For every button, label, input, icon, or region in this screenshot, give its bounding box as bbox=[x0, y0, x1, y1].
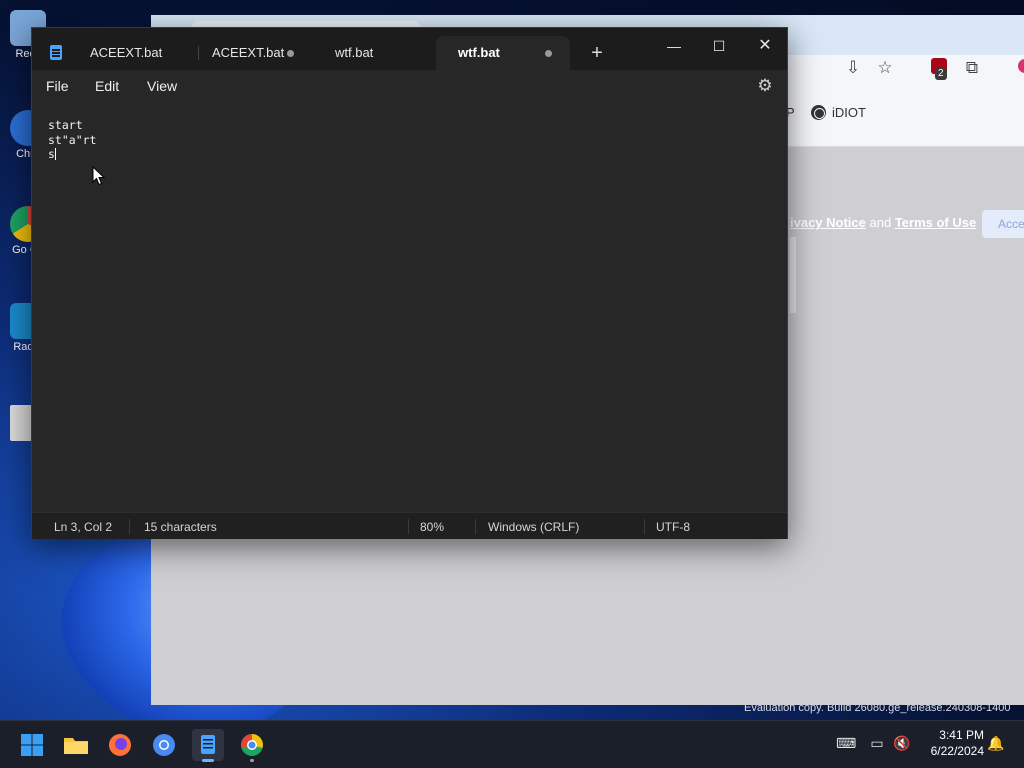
notepad-window[interactable]: ACEEXT.bat ACEEXT.bat wtf.bat wtf.bat + … bbox=[31, 27, 788, 539]
menu-view[interactable]: View bbox=[147, 78, 177, 94]
settings-gear-icon[interactable]: ⚙ bbox=[755, 76, 775, 96]
editor-line-1: start bbox=[48, 118, 83, 132]
tab-aceext-2[interactable]: ACEEXT.bat bbox=[190, 36, 312, 70]
firefox-icon bbox=[109, 734, 131, 756]
globe-icon bbox=[811, 105, 826, 120]
editor-line-2: st"a"rt bbox=[48, 132, 97, 147]
status-bar: Ln 3, Col 2 15 characters 80% Windows (C… bbox=[32, 512, 787, 539]
terms-of-use-link[interactable]: Terms of Use bbox=[895, 215, 976, 230]
title-bar[interactable]: ACEEXT.bat ACEEXT.bat wtf.bat wtf.bat + … bbox=[32, 28, 787, 70]
scrollbar[interactable] bbox=[790, 237, 796, 313]
accept-button[interactable]: Acce bbox=[982, 210, 1024, 238]
menu-file[interactable]: File bbox=[46, 78, 69, 94]
tab-wtf-1[interactable]: wtf.bat bbox=[313, 36, 435, 70]
taskbar-notepad[interactable] bbox=[192, 729, 224, 762]
unsaved-dot-icon bbox=[287, 50, 294, 57]
status-divider bbox=[644, 519, 645, 534]
active-app-indicator bbox=[202, 759, 214, 762]
install-app-icon[interactable]: ⇩ bbox=[843, 58, 863, 78]
status-line-endings[interactable]: Windows (CRLF) bbox=[488, 520, 579, 534]
editor-line-3: s bbox=[48, 147, 56, 161]
status-divider bbox=[408, 519, 409, 534]
bookmark-star-icon[interactable]: ☆ bbox=[875, 58, 895, 78]
unsaved-dot-icon bbox=[545, 50, 552, 57]
tab-wtf-active[interactable]: wtf.bat bbox=[436, 36, 570, 70]
ublock-extension-icon[interactable]: 2 bbox=[927, 58, 951, 80]
text-editor[interactable]: start st"a"rt s bbox=[32, 102, 787, 512]
bookmark-item-idiot[interactable]: iDIOT bbox=[811, 105, 866, 120]
taskbar-chromium[interactable] bbox=[148, 729, 180, 761]
start-button[interactable] bbox=[16, 729, 48, 761]
status-cursor-position[interactable]: Ln 3, Col 2 bbox=[54, 520, 112, 534]
privacy-notice-link[interactable]: ivacy Notice bbox=[790, 215, 866, 230]
extension-badge: 2 bbox=[935, 68, 947, 80]
close-button[interactable]: ✕ bbox=[742, 32, 788, 60]
folder-icon bbox=[64, 738, 88, 754]
taskbar-file-explorer[interactable] bbox=[60, 729, 92, 761]
status-encoding[interactable]: UTF-8 bbox=[656, 520, 690, 534]
taskbar-chrome[interactable] bbox=[236, 729, 268, 762]
network-icon[interactable]: ▭ bbox=[868, 734, 886, 752]
menu-edit[interactable]: Edit bbox=[95, 78, 119, 94]
menu-bar: File Edit View ⚙ bbox=[32, 70, 787, 102]
windows-logo-icon bbox=[21, 734, 43, 756]
new-tab-button[interactable]: + bbox=[585, 41, 609, 65]
mouse-pointer-icon bbox=[92, 166, 106, 186]
running-app-indicator bbox=[250, 759, 254, 762]
clock-date: 6/22/2024 bbox=[930, 744, 984, 758]
status-zoom[interactable]: 80% bbox=[420, 520, 444, 534]
text-caret bbox=[54, 148, 56, 160]
profile-avatar[interactable] bbox=[1018, 58, 1024, 78]
taskbar-firefox[interactable] bbox=[104, 729, 136, 761]
notepad-app-icon bbox=[50, 45, 62, 60]
notepad-icon bbox=[201, 735, 215, 754]
minimize-button[interactable]: — bbox=[651, 32, 697, 60]
chrome-icon bbox=[241, 734, 263, 756]
extensions-puzzle-icon[interactable]: ⧉ bbox=[962, 58, 982, 78]
maximize-button[interactable]: ☐ bbox=[696, 32, 742, 60]
taskbar-clock[interactable]: 3:41 PM 6/22/2024 bbox=[918, 727, 984, 759]
legal-notice: ivacy Notice and Terms of Use bbox=[790, 215, 977, 230]
tab-aceext-1[interactable]: ACEEXT.bat bbox=[68, 36, 190, 70]
status-character-count: 15 characters bbox=[144, 520, 217, 534]
chromium-icon bbox=[153, 734, 175, 756]
clock-time: 3:41 PM bbox=[939, 728, 984, 742]
volume-muted-icon[interactable]: 🔇 bbox=[893, 734, 911, 752]
status-divider bbox=[475, 519, 476, 534]
notification-bell-icon[interactable]: 🔔 bbox=[987, 734, 1005, 752]
status-divider bbox=[129, 519, 130, 534]
keyboard-icon[interactable]: ⌨ bbox=[836, 734, 856, 752]
